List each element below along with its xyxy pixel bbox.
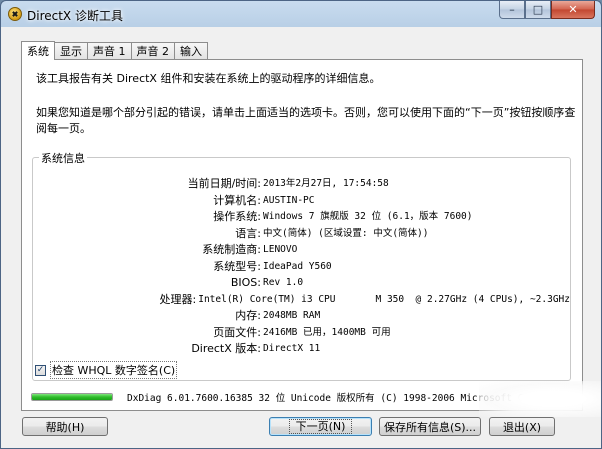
tab-input[interactable]: 输入	[174, 42, 208, 59]
info-label: 计算机名:	[213, 193, 261, 207]
info-row-manufacturer: 系统制造商: LENOVO	[33, 242, 570, 259]
info-value: DirectX 11	[263, 343, 321, 354]
tab-sound-2[interactable]: 声音 2	[130, 42, 175, 59]
info-value: Intel(R) Core(TM) i3 CPU M 350 @ 2.27GHz…	[198, 293, 570, 305]
info-row-language: 语言: 中文(简体) (区域设置: 中文(简体))	[33, 226, 570, 243]
save-all-info-button[interactable]: 保存所有信息(S)...	[379, 417, 481, 436]
caption-buttons: – □ ✕	[499, 1, 595, 19]
info-value: 2013年2月27日, 17:54:58	[263, 178, 389, 189]
info-row-directx-version: DirectX 版本: DirectX 11	[33, 341, 570, 358]
system-tab-panel: 该工具报告有关 DirectX 组件和安装在系统上的驱动程序的详细信息。 如果您…	[21, 59, 583, 411]
close-button[interactable]: ✕	[551, 1, 595, 19]
info-row-page-file: 页面文件: 2416MB 已用，1400MB 可用	[33, 325, 570, 342]
info-label: 系统型号:	[213, 259, 261, 273]
title-bar[interactable]: DirectX 诊断工具 – □ ✕	[1, 1, 601, 27]
system-info-group-label: 系统信息	[39, 150, 87, 166]
dxdiag-window: DirectX 诊断工具 – □ ✕ 系统 显示 声音 1 声音 2 输入 该工…	[0, 0, 602, 449]
save-all-info-button-label: 保存所有信息(S)...	[383, 420, 477, 434]
info-row-computer-name: 计算机名: AUSTIN-PC	[33, 193, 570, 210]
info-value: 2416MB 已用，1400MB 可用	[263, 326, 391, 338]
info-label: 当前日期/时间:	[187, 177, 261, 190]
whql-checkbox-control[interactable]: ✓ 检查 WHQL 数字签名(C)	[35, 361, 178, 379]
info-label: DirectX 版本:	[191, 342, 261, 355]
progress-bar-fill	[32, 394, 112, 400]
info-value: 中文(简体) (区域设置: 中文(简体))	[263, 227, 429, 239]
exit-button-label: 退出(X)	[502, 420, 542, 434]
next-page-button[interactable]: 下一页(N)	[269, 417, 372, 436]
info-value: Windows 7 旗舰版 32 位 (6.1，版本 7600)	[263, 211, 473, 222]
info-label: 语言:	[235, 226, 261, 240]
info-value: 2048MB RAM	[263, 310, 321, 321]
maximize-button[interactable]: □	[525, 1, 551, 19]
info-label: 页面文件:	[213, 325, 261, 339]
intro-text-1: 该工具报告有关 DirectX 组件和安装在系统上的驱动程序的详细信息。	[36, 72, 381, 85]
info-value: Rev 1.0	[263, 277, 304, 288]
progress-bar	[31, 393, 113, 401]
info-row-processor: 处理器: Intel(R) Core(TM) i3 CPU M 350 @ 2.…	[33, 292, 571, 309]
window-title: DirectX 诊断工具	[27, 9, 123, 23]
exit-button[interactable]: 退出(X)	[489, 417, 555, 436]
system-info-rows: 当前日期/时间: 2013年2月27日, 17:54:58 计算机名: AUST…	[33, 176, 571, 358]
directx-app-icon	[8, 7, 22, 21]
info-label: 处理器:	[159, 292, 197, 306]
info-label: BIOS:	[230, 276, 261, 289]
tab-system[interactable]: 系统	[21, 41, 55, 60]
help-button-label: 帮助(H)	[45, 420, 85, 434]
info-value: LENOVO	[263, 244, 298, 255]
help-button[interactable]: 帮助(H)	[22, 417, 108, 436]
info-row-model: 系统型号: IdeaPad Y560	[33, 259, 570, 276]
info-value: AUSTIN-PC	[263, 194, 315, 206]
whql-checkbox[interactable]: ✓	[35, 364, 46, 376]
info-row-bios: BIOS: Rev 1.0	[33, 275, 570, 292]
blurred-region	[479, 381, 601, 417]
info-value: IdeaPad Y560	[263, 260, 332, 272]
system-info-group: 系统信息 当前日期/时间: 2013年2月27日, 17:54:58 计算机名:…	[32, 150, 571, 381]
tab-sound-1[interactable]: 声音 1	[87, 42, 132, 59]
info-row-os: 操作系统: Windows 7 旗舰版 32 位 (6.1，版本 7600)	[33, 209, 570, 226]
next-page-button-label: 下一页(N)	[288, 419, 353, 434]
whql-checkbox-label[interactable]: 检查 WHQL 数字签名(C)	[50, 361, 178, 379]
info-label: 内存:	[235, 309, 261, 322]
minimize-button[interactable]: –	[499, 1, 525, 19]
info-label: 操作系统:	[213, 210, 261, 223]
tab-display[interactable]: 显示	[54, 42, 88, 59]
info-row-memory: 内存: 2048MB RAM	[33, 308, 570, 325]
intro-text-2: 如果您知道是哪个部分引起的错误，请单击上面适当的选项卡。否则，您可以使用下面的“…	[36, 106, 576, 135]
tab-strip: 系统 显示 声音 1 声音 2 输入	[21, 41, 208, 60]
status-text: DxDiag 6.01.7600.16385 32 位 Unicode 版权所有…	[127, 393, 530, 404]
info-row-datetime: 当前日期/时间: 2013年2月27日, 17:54:58	[33, 176, 570, 193]
info-label: 系统制造商:	[202, 243, 261, 256]
